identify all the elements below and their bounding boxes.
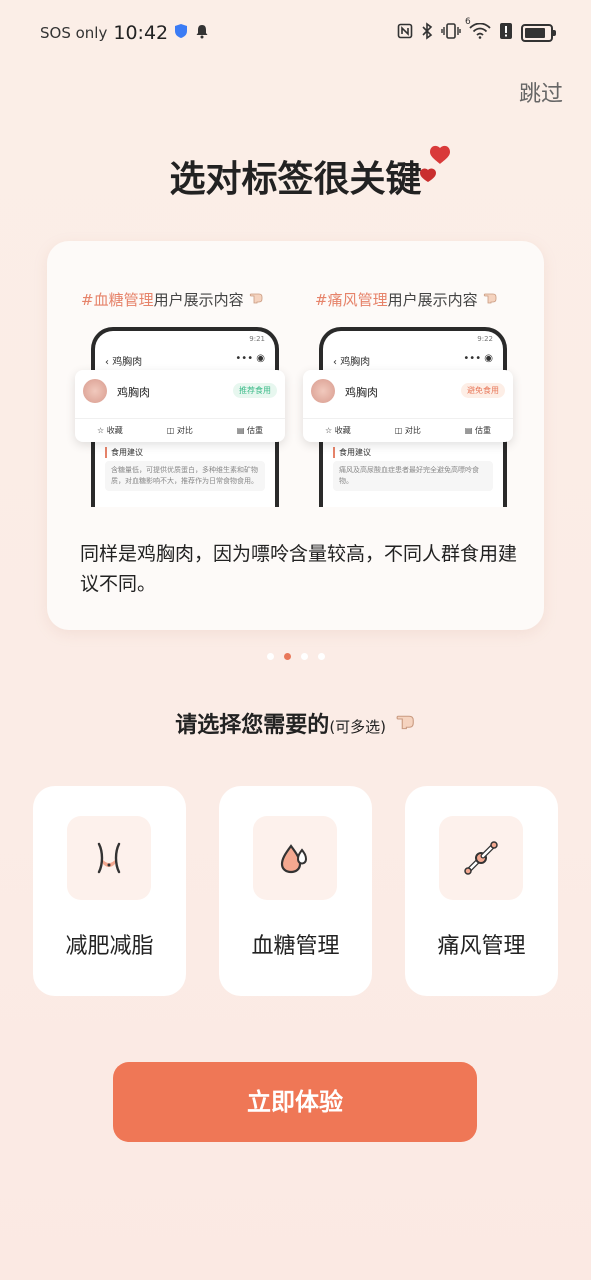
shield-icon xyxy=(174,23,188,43)
action-estimate: ▤ 估重 xyxy=(464,426,491,435)
page-title: 选对标签很关键 xyxy=(169,159,422,200)
select-title: 请选择您需要的(可多选) xyxy=(0,706,591,739)
demo-caption-blood-sugar: #血糖管理用户展示内容 xyxy=(81,287,264,310)
carousel-dot[interactable] xyxy=(317,653,325,660)
option-label: 减肥减脂 xyxy=(65,934,154,959)
bluetooth-icon xyxy=(421,22,433,44)
option-gout[interactable]: 痛风管理 xyxy=(405,786,558,996)
status-bar: SOS only 10:42 6 xyxy=(0,0,591,66)
option-weight-loss[interactable]: 减肥减脂 xyxy=(33,786,186,996)
demo-caption-gout: #痛风管理用户展示内容 xyxy=(315,287,498,310)
wifi-icon: 6 xyxy=(465,17,491,43)
card-description: 同样是鸡胸肉，因为嘌呤含量较高，不同人群食用建议不同。 xyxy=(80,543,518,595)
food-thumbnail xyxy=(311,379,335,403)
hand-point-down-icon xyxy=(394,713,416,738)
try-now-button[interactable]: 立即体验 xyxy=(113,1062,477,1142)
carousel-dot-active[interactable] xyxy=(283,653,291,660)
more-icon: ••• ◉ xyxy=(235,353,265,364)
action-favorite: ☆ 收藏 xyxy=(325,426,351,435)
back-title: ‹ 鸡胸肉 xyxy=(333,357,371,368)
carousel-dot[interactable] xyxy=(300,653,308,660)
food-popup-right: 鸡胸肉 避免食用 ☆ 收藏 ◫ 对比 ▤ 估重 xyxy=(303,370,513,442)
option-blood-sugar[interactable]: 血糖管理 xyxy=(219,786,372,996)
hand-point-down-icon xyxy=(482,291,498,309)
food-thumbnail xyxy=(83,379,107,403)
carousel-dot[interactable] xyxy=(266,653,274,660)
skip-button[interactable]: 跳过 xyxy=(519,76,563,108)
action-compare: ◫ 对比 xyxy=(166,426,193,435)
back-title: ‹ 鸡胸肉 xyxy=(105,357,143,368)
joint-bone-icon xyxy=(439,816,523,900)
intro-card: #血糖管理用户展示内容 9:21 ‹ 鸡胸肉 ••• ◉ 食用建议 含糖量低，可… xyxy=(47,241,544,630)
nfc-icon xyxy=(397,23,413,43)
wifi-network-label: 6 xyxy=(465,17,471,27)
action-favorite: ☆ 收藏 xyxy=(97,426,123,435)
recommend-badge: 推荐食用 xyxy=(233,383,277,398)
carousel-dots xyxy=(0,653,591,660)
blood-drop-icon xyxy=(253,816,337,900)
clock: 10:42 xyxy=(113,22,169,44)
sos-text: SOS only xyxy=(40,24,108,42)
food-popup-left: 鸡胸肉 推荐食用 ☆ 收藏 ◫ 对比 ▤ 估重 xyxy=(75,370,285,442)
bell-icon xyxy=(194,23,210,43)
action-compare: ◫ 对比 xyxy=(394,426,421,435)
status-left: SOS only 10:42 xyxy=(40,22,210,44)
waist-icon xyxy=(67,816,151,900)
more-icon: ••• ◉ xyxy=(463,353,493,364)
hand-point-down-icon xyxy=(248,291,264,309)
avoid-badge: 避免食用 xyxy=(461,383,505,398)
option-label: 痛风管理 xyxy=(437,934,526,959)
status-right: 6 xyxy=(397,17,556,44)
action-estimate: ▤ 估重 xyxy=(236,426,263,435)
alert-icon xyxy=(499,22,513,44)
vibrate-icon xyxy=(441,23,461,43)
option-label: 血糖管理 xyxy=(251,934,340,959)
hearts-icon xyxy=(418,144,458,192)
battery-icon xyxy=(521,24,556,42)
